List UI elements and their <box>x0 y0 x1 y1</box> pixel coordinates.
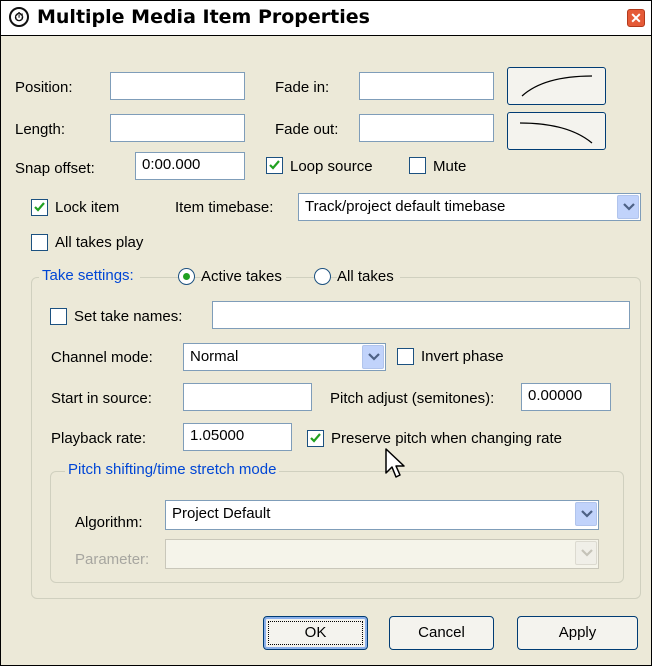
invert-phase-checkbox[interactable] <box>397 348 414 365</box>
focus-rectangle <box>268 621 363 645</box>
fade-out-shape-button[interactable] <box>507 112 606 150</box>
preserve-pitch-checkbox[interactable] <box>307 430 324 447</box>
fade-out-label: Fade out: <box>275 121 339 138</box>
position-label: Position: <box>15 79 73 96</box>
ok-button[interactable]: OK <box>263 616 368 650</box>
close-button[interactable]: ✕ <box>627 9 645 27</box>
active-takes-label: Active takes <box>201 268 286 285</box>
dialog-window: ⏱ Multiple Media Item Properties ✕ Posit… <box>0 0 652 666</box>
loop-source-label: Loop source <box>290 158 373 175</box>
all-takes-label: All takes <box>337 268 400 285</box>
item-timebase-select[interactable]: Track/project default timebase <box>298 193 641 221</box>
pitch-adjust-input[interactable]: 0.00000 <box>521 383 611 411</box>
cancel-button[interactable]: Cancel <box>389 616 494 650</box>
window-title: Multiple Media Item Properties <box>37 6 370 28</box>
reaper-app-icon: ⏱ <box>9 7 29 27</box>
apply-label: Apply <box>558 624 597 641</box>
mute-checkbox[interactable] <box>409 157 426 174</box>
parameter-select[interactable] <box>165 539 599 569</box>
snap-offset-label: Snap offset: <box>15 160 95 177</box>
all-takes-play-checkbox[interactable] <box>31 234 48 251</box>
apply-button[interactable]: Apply <box>517 616 638 650</box>
parameter-label: Parameter: <box>75 551 150 568</box>
dropdown-arrow-icon[interactable] <box>575 541 597 565</box>
pitch-adjust-label: Pitch adjust (semitones): <box>330 390 495 407</box>
length-input[interactable] <box>110 114 245 142</box>
dropdown-arrow-icon[interactable] <box>617 195 639 219</box>
title-bar[interactable]: ⏱ Multiple Media Item Properties ✕ <box>1 1 651 36</box>
loop-source-checkbox[interactable] <box>266 157 283 174</box>
fade-in-input[interactable] <box>359 72 494 100</box>
dropdown-arrow-icon[interactable] <box>362 345 384 369</box>
invert-phase-label: Invert phase <box>421 348 504 365</box>
checkmark-icon <box>310 433 321 443</box>
position-input[interactable] <box>110 72 245 100</box>
take-names-input[interactable] <box>212 301 630 329</box>
channel-mode-value: Normal <box>190 348 239 365</box>
lock-item-checkbox[interactable] <box>31 199 48 216</box>
radio-selected-dot <box>183 273 190 280</box>
lock-item-label: Lock item <box>55 199 120 216</box>
playback-rate-label: Playback rate: <box>51 430 147 447</box>
fade-in-label: Fade in: <box>275 79 330 96</box>
mute-label: Mute <box>433 158 467 175</box>
preserve-pitch-label: Preserve pitch when changing rate <box>331 430 562 447</box>
algorithm-select[interactable]: Project Default <box>165 500 599 530</box>
playback-rate-input[interactable]: 1.05000 <box>183 423 292 451</box>
set-take-names-checkbox[interactable] <box>50 308 67 325</box>
item-timebase-value: Track/project default timebase <box>305 198 506 215</box>
algorithm-value: Project Default <box>172 505 271 522</box>
length-label: Length: <box>15 121 66 138</box>
channel-mode-select[interactable]: Normal <box>183 343 386 371</box>
all-takes-radio[interactable] <box>314 268 331 285</box>
start-in-source-input[interactable] <box>183 383 312 411</box>
fade-in-shape-button[interactable] <box>507 67 606 105</box>
fade-out-curve-icon <box>519 122 593 144</box>
channel-mode-label: Channel mode: <box>51 349 153 366</box>
all-takes-play-label: All takes play <box>55 234 144 251</box>
fade-out-input[interactable] <box>359 114 494 142</box>
fade-in-curve-icon <box>521 75 593 97</box>
item-timebase-label: Item timebase: <box>175 199 274 216</box>
take-settings-header: Take settings: <box>39 267 140 284</box>
take-settings-label: Take settings: <box>42 267 134 284</box>
checkmark-icon <box>34 202 45 212</box>
dropdown-arrow-icon[interactable] <box>575 502 597 526</box>
active-takes-radio[interactable] <box>178 268 195 285</box>
snap-offset-input[interactable]: 0:00.000 <box>135 152 245 180</box>
mouse-cursor-icon <box>385 448 405 478</box>
cancel-label: Cancel <box>418 624 465 641</box>
pitch-shift-group-label: Pitch shifting/time stretch mode <box>65 461 280 478</box>
start-in-source-label: Start in source: <box>51 390 152 407</box>
set-take-names-label: Set take names: <box>74 308 183 325</box>
algorithm-label: Algorithm: <box>75 514 143 531</box>
checkmark-icon <box>269 160 280 170</box>
